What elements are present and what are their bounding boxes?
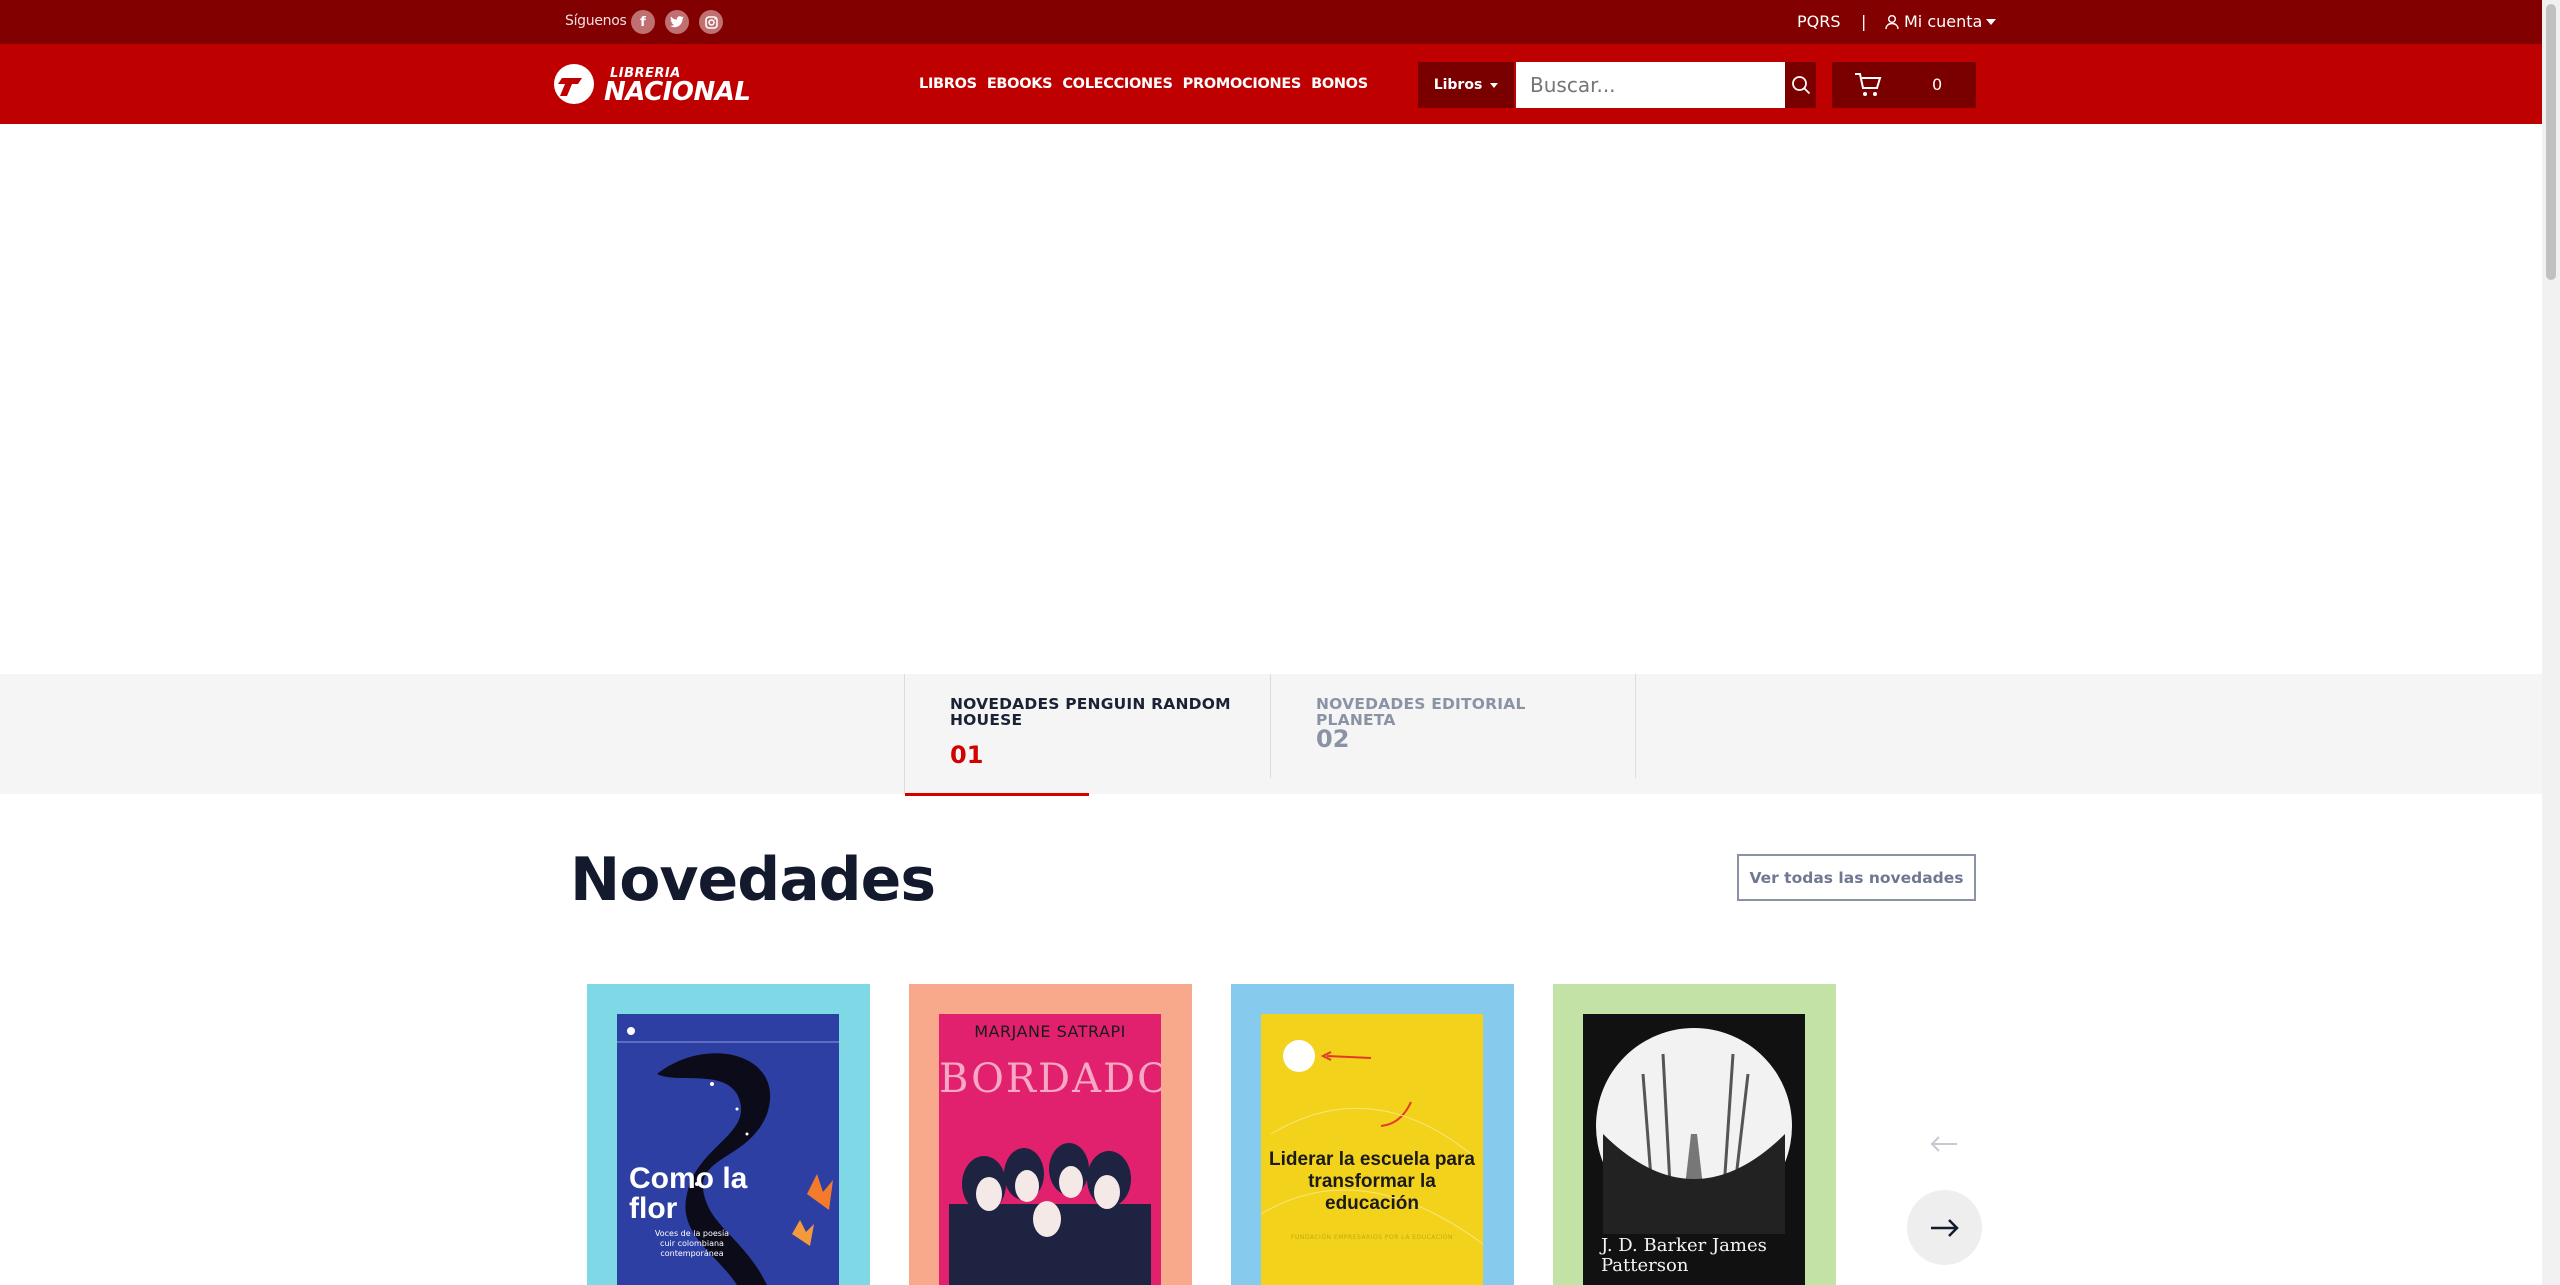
view-all-button[interactable]: Ver todas las novedades bbox=[1737, 854, 1976, 901]
nav-promociones[interactable]: PROMOCIONES bbox=[1183, 76, 1302, 92]
search-button[interactable] bbox=[1785, 62, 1816, 108]
tab-penguin-title: NOVEDADES PENGUIN RANDOM HOUESE bbox=[950, 695, 1231, 729]
book-cover[interactable]: Como la flor Voces de la poesía cuir col… bbox=[617, 1014, 839, 1285]
nav-libros[interactable]: LIBROS bbox=[919, 76, 977, 92]
chevron-down-icon bbox=[1986, 18, 1997, 25]
instagram-icon[interactable] bbox=[699, 10, 723, 34]
tab-penguin-number: 01 bbox=[950, 741, 984, 769]
cart-icon bbox=[1855, 73, 1882, 96]
section-title: Novedades bbox=[570, 845, 936, 915]
cover-title: Como la flor bbox=[629, 1162, 748, 1225]
tab-planeta-title: NOVEDADES EDITORIAL PLANETA bbox=[1316, 695, 1526, 729]
page-scrollbar[interactable] bbox=[2542, 0, 2560, 1285]
scrollbar-thumb[interactable] bbox=[2546, 4, 2556, 280]
publisher-tabs: NOVEDADES PENGUIN RANDOM HOUESE 01 NOVED… bbox=[0, 674, 2542, 796]
search-icon bbox=[1791, 76, 1810, 95]
search-input[interactable] bbox=[1516, 62, 1785, 108]
cart-count: 0 bbox=[1932, 75, 1943, 94]
book-card[interactable]: Liderar la escuela para transformar la e… bbox=[1231, 984, 1514, 1285]
chevron-down-icon bbox=[1490, 82, 1499, 88]
tab-planeta-number: 02 bbox=[1316, 725, 1350, 753]
hero-banner bbox=[0, 124, 2542, 674]
book-card[interactable]: J. D. Barker James Patterson bbox=[1553, 984, 1836, 1285]
pqrs-link[interactable]: PQRS bbox=[1797, 12, 1841, 31]
search-category-dropdown[interactable]: Libros bbox=[1418, 62, 1514, 108]
book-cover[interactable]: MARJANE SATRAPI BORDADOS bbox=[939, 1014, 1161, 1285]
active-tab-indicator bbox=[905, 793, 1089, 796]
search-category-label: Libros bbox=[1433, 77, 1483, 93]
main-nav: LIBROS EBOOKS COLECCIONES PROMOCIONES BO… bbox=[919, 76, 1368, 92]
cart-button[interactable]: 0 bbox=[1832, 62, 1976, 108]
facebook-icon[interactable]: f bbox=[631, 10, 655, 34]
nav-ebooks[interactable]: EBOOKS bbox=[987, 76, 1053, 92]
cover-art-image bbox=[949, 1143, 1151, 1285]
arrow-right-icon bbox=[1930, 1218, 1959, 1237]
twitter-icon[interactable] bbox=[665, 10, 689, 34]
top-separator: | bbox=[1861, 12, 1867, 31]
cover-subtitle: Voces de la poesía cuir colombiana conte… bbox=[654, 1229, 730, 1258]
book-cover[interactable]: J. D. Barker James Patterson bbox=[1583, 1014, 1805, 1285]
main-header: LIBRERIA NACIONAL LIBROS EBOOKS COLECCIO… bbox=[0, 44, 2542, 124]
nav-bonos[interactable]: BONOS bbox=[1311, 76, 1368, 92]
account-label: Mi cuenta bbox=[1904, 12, 1983, 31]
book-cover[interactable]: Liderar la escuela para transformar la e… bbox=[1261, 1014, 1483, 1285]
logo-line2: NACIONAL bbox=[604, 77, 751, 107]
cover-subtitle: FUNDACIÓN EMPRESARIOS POR LA EDUCACIÓN bbox=[1291, 1234, 1453, 1241]
nav-colecciones[interactable]: COLECCIONES bbox=[1062, 76, 1173, 92]
user-icon bbox=[1885, 14, 1899, 29]
account-menu[interactable]: Mi cuenta bbox=[1884, 12, 1997, 31]
tab-penguin[interactable]: NOVEDADES PENGUIN RANDOM HOUESE 01 bbox=[904, 674, 1270, 796]
cover-title: Liderar la escuela para transformar la e… bbox=[1269, 1149, 1475, 1214]
arrow-left-icon bbox=[1930, 1136, 1957, 1152]
top-bar: Síguenos f PQRS | Mi cuenta bbox=[0, 0, 2542, 44]
tab-planeta[interactable]: NOVEDADES EDITORIAL PLANETA 02 bbox=[1270, 674, 1636, 778]
logo[interactable]: LIBRERIA NACIONAL bbox=[550, 64, 755, 108]
cover-author: J. D. Barker James Patterson bbox=[1601, 1235, 1767, 1276]
carousel-next-button[interactable] bbox=[1907, 1190, 1982, 1265]
book-card[interactable]: MARJANE SATRAPI BORDADOS bbox=[909, 984, 1192, 1285]
follow-label: Síguenos bbox=[565, 13, 627, 29]
book-card[interactable]: Como la flor Voces de la poesía cuir col… bbox=[587, 984, 870, 1285]
carousel-prev-button[interactable] bbox=[1926, 1126, 1962, 1162]
